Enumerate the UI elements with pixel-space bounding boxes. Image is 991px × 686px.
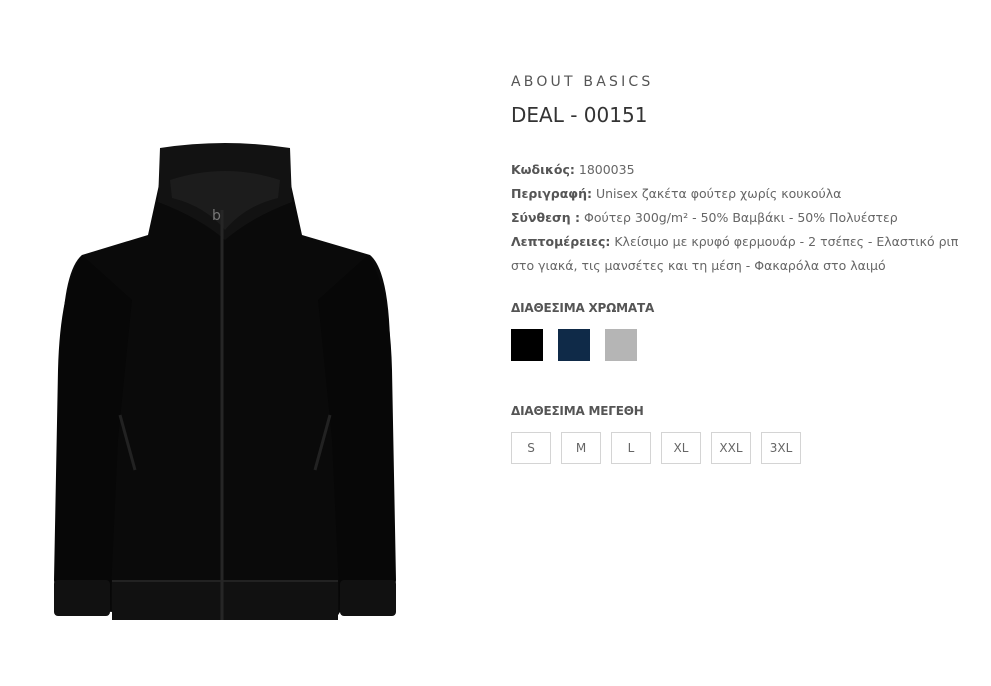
size-option-xxl[interactable]: XXL: [711, 432, 751, 464]
color-swatches: [511, 329, 971, 361]
spec-value: 1800035: [574, 162, 635, 177]
color-swatch-black[interactable]: [511, 329, 543, 361]
color-swatch-heather-grey[interactable]: [605, 329, 637, 361]
colors-title: ΔΙΑΘΕΣΙΜΑ ΧΡΩΜΑΤΑ: [511, 301, 655, 315]
product-title: DEAL - 00151: [511, 103, 648, 127]
spec-composition: Σύνθεση : Φούτερ 300g/m² - 50% Βαμβάκι -…: [511, 206, 971, 230]
spec-details: Λεπτομέρειες: Κλείσιμο με κρυφό φερμουάρ…: [511, 230, 971, 278]
product-info: ABOUT BASICS DEAL - 00151 Κωδικός: 18000…: [511, 74, 971, 464]
spec-code: Κωδικός: 1800035: [511, 158, 971, 182]
size-option-m[interactable]: M: [561, 432, 601, 464]
size-option-3xl[interactable]: 3XL: [761, 432, 801, 464]
sizes-title: ΔΙΑΘΕΣΙΜΑ ΜΕΓΕΘΗ: [511, 404, 644, 418]
svg-text:b: b: [212, 208, 221, 224]
spec-value: Φούτερ 300g/m² - 50% Βαμβάκι - 50% Πολυέ…: [580, 210, 898, 225]
product-specs: Κωδικός: 1800035 Περιγραφή: Unisex ζακέτ…: [511, 158, 971, 278]
spec-label: Περιγραφή:: [511, 186, 592, 201]
spec-value: Unisex ζακέτα φούτερ χωρίς κουκούλα: [591, 186, 842, 201]
spec-label: Κωδικός:: [511, 162, 575, 177]
size-option-xl[interactable]: XL: [661, 432, 701, 464]
size-option-l[interactable]: L: [611, 432, 651, 464]
brand-name[interactable]: ABOUT BASICS: [511, 74, 971, 90]
jacket-illustration: b: [54, 143, 396, 620]
color-swatch-navy[interactable]: [558, 329, 590, 361]
size-options: S M L XL XXL 3XL: [511, 432, 971, 464]
spec-description: Περιγραφή: Unisex ζακέτα φούτερ χωρίς κο…: [511, 182, 971, 206]
size-option-s[interactable]: S: [511, 432, 551, 464]
spec-label: Λεπτομέρειες:: [511, 234, 611, 249]
product-image: b: [40, 140, 410, 640]
spec-label: Σύνθεση :: [511, 210, 581, 225]
